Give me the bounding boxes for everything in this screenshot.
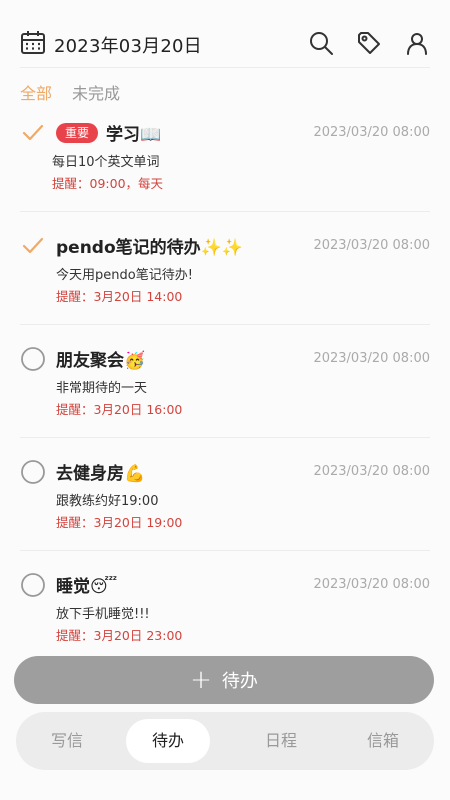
todo-reminder: 提醒：3月20日 23:00: [56, 628, 183, 643]
todo-title-row: 朋友聚会🥳: [56, 346, 145, 371]
todo-time: 2023/03/20 08:00: [313, 464, 430, 479]
todo-list: 重要 学习📖 2023/03/20 08:00 每日10个英文单词 提醒：09:…: [20, 112, 430, 664]
filter-tabs: 全部 未完成: [20, 80, 120, 104]
todo-item[interactable]: pendo笔记的待办✨✨ 2023/03/20 08:00 今天用pendo笔记…: [20, 212, 430, 325]
todo-reminder: 提醒：3月20日 16:00: [56, 402, 183, 417]
header: 2023年03月20日: [20, 26, 430, 68]
filter-incomplete[interactable]: 未完成: [72, 80, 120, 104]
nav-write-letter[interactable]: 写信: [16, 719, 118, 763]
todo-reminder: 提醒：3月20日 19:00: [56, 515, 183, 530]
todo-title-row: 重要 学习📖: [56, 120, 161, 145]
add-todo-label: 待办: [221, 671, 258, 692]
todo-title: 睡觉😴: [56, 577, 118, 597]
header-actions: [286, 26, 430, 56]
todo-description: 今天用pendo笔记待办!: [56, 268, 193, 283]
calendar-icon[interactable]: [20, 30, 46, 56]
todo-item[interactable]: 重要 学习📖 2023/03/20 08:00 每日10个英文单词 提醒：09:…: [20, 112, 430, 212]
todo-description: 放下手机睡觉!!!: [56, 607, 150, 622]
todo-title-row: pendo笔记的待办✨✨: [56, 233, 243, 258]
todo-item[interactable]: 朋友聚会🥳 2023/03/20 08:00 非常期待的一天 提醒：3月20日 …: [20, 325, 430, 438]
todo-description: 跟教练约好19:00: [56, 494, 159, 509]
search-icon[interactable]: [308, 30, 334, 56]
todo-time: 2023/03/20 08:00: [313, 351, 430, 366]
todo-title: 学习📖: [106, 125, 162, 145]
todo-item[interactable]: 睡觉😴 2023/03/20 08:00 放下手机睡觉!!! 提醒：3月20日 …: [20, 551, 430, 664]
filter-all[interactable]: 全部: [20, 80, 52, 104]
todo-title-row: 睡觉😴: [56, 572, 117, 597]
todo-time: 2023/03/20 08:00: [313, 577, 430, 592]
todo-title: pendo笔记的待办✨✨: [56, 238, 243, 258]
todo-item[interactable]: 去健身房💪 2023/03/20 08:00 跟教练约好19:00 提醒：3月2…: [20, 438, 430, 551]
todo-time: 2023/03/20 08:00: [313, 238, 430, 253]
todo-reminder: 提醒：3月20日 14:00: [56, 289, 183, 304]
todo-title: 去健身房💪: [56, 464, 146, 484]
todo-page: 2023年03月20日 全部 未完成 重要 学习📖 2023/03/20 08:…: [0, 0, 450, 800]
todo-time: 2023/03/20 08:00: [313, 125, 430, 140]
unchecked-circle-icon[interactable]: [20, 572, 46, 598]
plus-icon: +: [190, 665, 212, 695]
nav-mailbox[interactable]: 信箱: [332, 719, 434, 763]
todo-title: 朋友聚会🥳: [56, 351, 146, 371]
todo-reminder: 提醒：09:00，每天: [52, 176, 164, 191]
header-date[interactable]: 2023年03月20日: [54, 32, 202, 58]
nav-schedule[interactable]: 日程: [230, 719, 332, 763]
bottom-nav: 写信 待办 日程 信箱: [16, 712, 434, 770]
check-icon[interactable]: [20, 233, 46, 259]
todo-description: 每日10个英文单词: [52, 155, 160, 170]
unchecked-circle-icon[interactable]: [20, 459, 46, 485]
tag-icon[interactable]: [356, 30, 382, 56]
important-badge: 重要: [56, 122, 99, 143]
user-icon[interactable]: [404, 30, 430, 56]
add-todo-button[interactable]: + 待办: [14, 656, 434, 704]
todo-description: 非常期待的一天: [56, 381, 148, 396]
check-icon[interactable]: [20, 120, 46, 146]
nav-todo[interactable]: 待办: [126, 719, 210, 763]
todo-title-row: 去健身房💪: [56, 459, 145, 484]
unchecked-circle-icon[interactable]: [20, 346, 46, 372]
